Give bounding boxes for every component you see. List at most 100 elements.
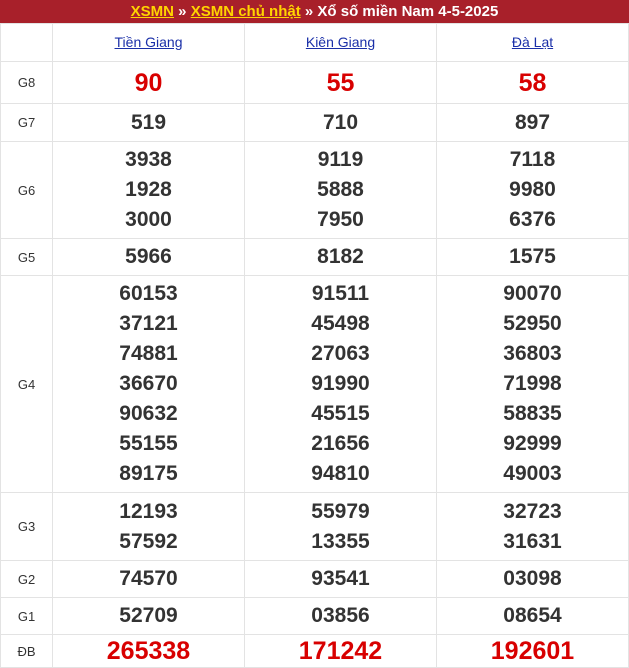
prize-cell: 3938 1928 3000 xyxy=(52,141,245,239)
province-link-tien-giang[interactable]: Tiền Giang xyxy=(115,34,183,50)
prize-cell: 8182 xyxy=(244,238,437,276)
prize-cell: 710 xyxy=(244,103,437,142)
province-link-kien-giang[interactable]: Kiên Giang xyxy=(306,34,375,50)
prize-cell: 5966 xyxy=(52,238,245,276)
prize-number: 92999 xyxy=(503,432,562,455)
prize-cell: 03856 xyxy=(244,597,437,635)
prize-row-đb: ĐB 265338 171242 192601 xyxy=(0,634,629,668)
prize-number: 5888 xyxy=(317,178,364,201)
breadcrumb-separator: » xyxy=(174,3,191,20)
prize-number: 74570 xyxy=(119,567,178,590)
prize-number: 1928 xyxy=(125,178,172,201)
prize-cell: 171242 xyxy=(244,634,437,668)
prize-cell: 52709 xyxy=(52,597,245,635)
prize-cell: 90 xyxy=(52,61,245,104)
prize-number: 45498 xyxy=(311,312,370,335)
prize-number: 55155 xyxy=(119,432,178,455)
prize-cell: 03098 xyxy=(436,560,629,598)
prize-cell: 1575 xyxy=(436,238,629,276)
prize-number: 519 xyxy=(130,110,167,134)
prize-number: 5966 xyxy=(125,245,172,268)
prize-number: 32723 xyxy=(503,499,562,523)
lottery-results-table: Tiền Giang Kiên Giang Đà Lạt G8 90 55 58 G7 5… xyxy=(0,23,629,668)
prize-number: 93541 xyxy=(311,567,370,590)
prize-label: G7 xyxy=(0,103,53,142)
prize-number: 52709 xyxy=(119,604,178,627)
prize-number: 60153 xyxy=(119,282,178,305)
prize-number: 8182 xyxy=(317,245,364,268)
prize-number: 90070 xyxy=(503,282,562,305)
prize-number: 3938 xyxy=(125,148,172,171)
province-header: Kiên Giang xyxy=(244,23,437,62)
prize-cell: 58 xyxy=(436,61,629,104)
prize-number: 90 xyxy=(134,68,163,97)
prize-number: 21656 xyxy=(311,432,370,455)
prize-cell: 08654 xyxy=(436,597,629,635)
prize-label: G4 xyxy=(0,275,53,493)
prize-number: 52950 xyxy=(503,312,562,335)
prize-number: 91990 xyxy=(311,372,370,395)
prize-label: G6 xyxy=(0,141,53,239)
province-link-da-lat[interactable]: Đà Lạt xyxy=(512,34,553,50)
prize-cell: 9119 5888 7950 xyxy=(244,141,437,239)
breadcrumb-xsmn-sunday-link[interactable]: XSMN chủ nhật xyxy=(191,3,301,20)
prize-label: G2 xyxy=(0,560,53,598)
prize-number: 03856 xyxy=(311,604,370,627)
prize-number: 71998 xyxy=(503,372,562,395)
prize-cell: 93541 xyxy=(244,560,437,598)
prize-cell: 60153 37121 74881 36670 90632 55155 89175 xyxy=(52,275,245,493)
prize-number: 49003 xyxy=(503,462,562,485)
prize-number: 710 xyxy=(322,110,359,134)
province-header: Tiền Giang xyxy=(52,23,245,62)
prize-number: 37121 xyxy=(119,312,178,335)
prize-number: 57592 xyxy=(119,529,178,553)
prize-number: 7950 xyxy=(317,208,364,231)
prize-number: 192601 xyxy=(490,637,575,665)
prize-row-g3: G3 12193 57592 55979 13355 32723 31631 xyxy=(0,492,629,561)
prize-number: 6376 xyxy=(509,208,556,231)
prize-row-g1: G1 52709 03856 08654 xyxy=(0,597,629,635)
prize-number: 89175 xyxy=(119,462,178,485)
breadcrumb-xsmn-link[interactable]: XSMN xyxy=(131,3,174,20)
prize-number: 55979 xyxy=(311,499,370,523)
breadcrumb-page-title: » Xổ số miền Nam 4-5-2025 xyxy=(300,3,499,20)
prize-number: 7118 xyxy=(509,148,556,171)
prize-number: 36803 xyxy=(503,342,562,365)
breadcrumb: XSMN » XSMN chủ nhật » Xổ số miền Nam 4-… xyxy=(0,0,629,23)
prize-row-g4: G4 60153 37121 74881 36670 90632 55155 89175 915… xyxy=(0,275,629,493)
prize-number: 58 xyxy=(518,68,547,97)
prize-row-g6: G6 3938 1928 3000 9119 5888 7950 7118 9980 6376 xyxy=(0,141,629,239)
prize-number: 36670 xyxy=(119,372,178,395)
prize-cell: 55 xyxy=(244,61,437,104)
prize-number: 12193 xyxy=(119,499,178,523)
prize-number: 3000 xyxy=(125,208,172,231)
corner-cell xyxy=(0,23,53,62)
prize-number: 897 xyxy=(514,110,551,134)
province-header: Đà Lạt xyxy=(436,23,629,62)
prize-cell: 74570 xyxy=(52,560,245,598)
prize-number: 94810 xyxy=(311,462,370,485)
prize-cell: 91511 45498 27063 91990 45515 21656 94810 xyxy=(244,275,437,493)
prize-label: G8 xyxy=(0,61,53,104)
prize-row-g2: G2 74570 93541 03098 xyxy=(0,560,629,598)
prize-label: G3 xyxy=(0,492,53,561)
prize-cell: 519 xyxy=(52,103,245,142)
prize-number: 171242 xyxy=(298,637,383,665)
prize-cell: 265338 xyxy=(52,634,245,668)
prize-number: 58835 xyxy=(503,402,562,425)
prize-cell: 192601 xyxy=(436,634,629,668)
prize-number: 03098 xyxy=(503,567,562,590)
prize-number: 08654 xyxy=(503,604,562,627)
prize-number: 74881 xyxy=(119,342,178,365)
prize-number: 27063 xyxy=(311,342,370,365)
prize-cell: 7118 9980 6376 xyxy=(436,141,629,239)
prize-cell: 32723 31631 xyxy=(436,492,629,561)
prize-row-g7: G7 519 710 897 xyxy=(0,103,629,142)
prize-label: ĐB xyxy=(0,634,53,668)
prize-cell: 90070 52950 36803 71998 58835 92999 49003 xyxy=(436,275,629,493)
prize-number: 1575 xyxy=(509,245,556,268)
prize-row-g5: G5 5966 8182 1575 xyxy=(0,238,629,276)
prize-cell: 12193 57592 xyxy=(52,492,245,561)
prize-number: 55 xyxy=(326,68,355,97)
prize-row-g8: G8 90 55 58 xyxy=(0,61,629,104)
